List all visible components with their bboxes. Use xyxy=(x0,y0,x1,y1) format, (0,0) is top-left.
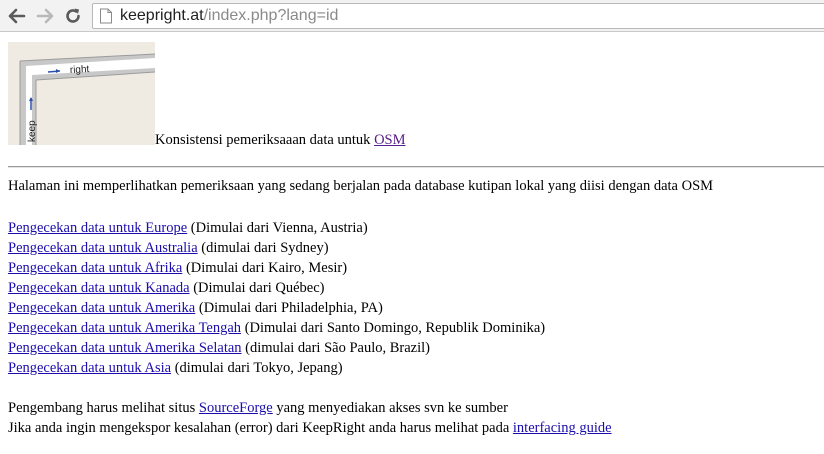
export-text: Jika anda ingin mengekspor kesalahan (er… xyxy=(8,420,510,436)
tagline-text: Konsistensi pemeriksaaan data untuk xyxy=(155,132,371,148)
region-note: (Dimulai dari Philadelphia, PA) xyxy=(198,300,383,316)
url-text: keepright.at/index.php?lang=id xyxy=(120,4,338,28)
region-link-amerika[interactable]: Pengecekan data untuk Amerika xyxy=(8,300,195,316)
export-line: Jika anda ingin mengekspor kesalahan (er… xyxy=(8,418,612,438)
developer-line: Pengembang harus melihat situs SourceFor… xyxy=(8,398,612,418)
region-link-kanada[interactable]: Pengecekan data untuk Kanada xyxy=(8,280,190,296)
back-arrow-icon[interactable] xyxy=(6,5,28,27)
region-link-afrika[interactable]: Pengecekan data untuk Afrika xyxy=(8,260,182,276)
logo-label-right: right xyxy=(70,64,90,76)
region-note: (dimulai dari São Paulo, Brazil) xyxy=(245,340,430,356)
url-path: /index.php?lang=id xyxy=(203,7,339,24)
region-link-amerika-selatan[interactable]: Pengecekan data untuk Amerika Selatan xyxy=(8,340,242,356)
region-link-asia[interactable]: Pengecekan data untuk Asia xyxy=(8,360,171,376)
developer-info: Pengembang harus melihat situs SourceFor… xyxy=(8,398,612,438)
forward-arrow-icon[interactable] xyxy=(34,5,56,27)
reload-icon[interactable] xyxy=(62,5,84,27)
intro-text: Halaman ini memperlihatkan pemeriksaan y… xyxy=(8,178,714,194)
region-link-europe[interactable]: Pengecekan data untuk Europe xyxy=(8,220,187,236)
list-item: Pengecekan data untuk Afrika (Dimulai da… xyxy=(8,258,545,278)
browser-toolbar: keepright.at/index.php?lang=id xyxy=(0,0,824,32)
list-item: Pengecekan data untuk Europe (Dimulai da… xyxy=(8,218,545,238)
list-item: Pengecekan data untuk Asia (dimulai dari… xyxy=(8,358,545,378)
developer-text: Pengembang harus melihat situs xyxy=(8,400,196,416)
logo-label-keep: keep xyxy=(27,120,38,142)
keepright-logo: right keep xyxy=(8,42,155,145)
region-note: (dimulai dari Sydney) xyxy=(201,240,329,256)
region-link-australia[interactable]: Pengecekan data untuk Australia xyxy=(8,240,198,256)
region-note: (Dimulai dari Santo Domingo, Republik Do… xyxy=(244,320,546,336)
region-note: (Dimulai dari Kairo, Mesir) xyxy=(185,260,348,276)
list-item: Pengecekan data untuk Amerika Selatan (d… xyxy=(8,338,545,358)
url-host: keepright.at xyxy=(120,7,204,24)
region-list: Pengecekan data untuk Europe (Dimulai da… xyxy=(8,218,545,378)
interfacing-guide-link[interactable]: interfacing guide xyxy=(513,420,612,436)
page-tagline: Konsistensi pemeriksaaan data untuk OSM xyxy=(155,132,406,149)
sourceforge-link[interactable]: SourceForge xyxy=(199,400,273,416)
page-content: right keep Konsistensi pemeriksaaan data… xyxy=(8,42,824,436)
list-item: Pengecekan data untuk Australia (dimulai… xyxy=(8,238,545,258)
osm-link[interactable]: OSM xyxy=(374,132,405,148)
region-note: (Dimulai dari Québec) xyxy=(193,280,325,296)
page-icon xyxy=(99,8,113,32)
list-item: Pengecekan data untuk Kanada (Dimulai da… xyxy=(8,278,545,298)
header-row: right keep Konsistensi pemeriksaaan data… xyxy=(8,42,824,152)
region-link-amerika-tengah[interactable]: Pengecekan data untuk Amerika Tengah xyxy=(8,320,241,336)
address-bar[interactable]: keepright.at/index.php?lang=id xyxy=(92,3,824,29)
divider xyxy=(8,166,824,168)
list-item: Pengecekan data untuk Amerika Tengah (Di… xyxy=(8,318,545,338)
region-note: (dimulai dari Tokyo, Jepang) xyxy=(174,360,343,376)
region-note: (Dimulai dari Vienna, Austria) xyxy=(190,220,368,236)
developer-text-after: yang menyediakan akses svn ke sumber xyxy=(276,400,508,416)
list-item: Pengecekan data untuk Amerika (Dimulai d… xyxy=(8,298,545,318)
